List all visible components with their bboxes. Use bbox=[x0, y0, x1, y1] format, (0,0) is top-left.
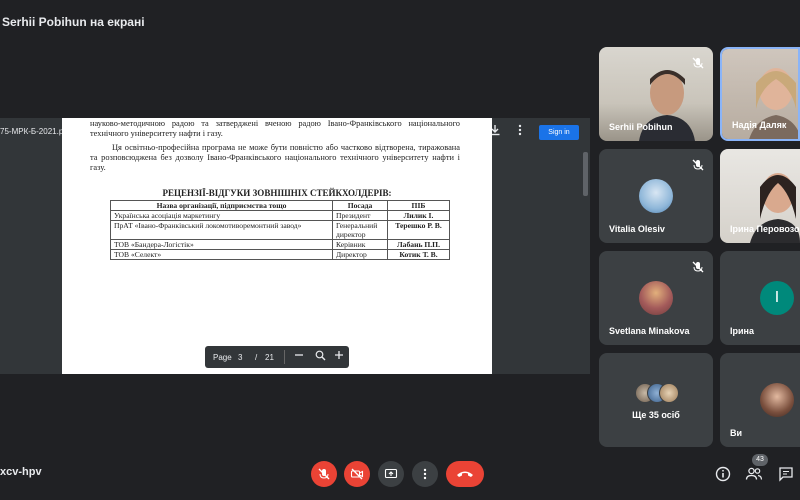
mic-off-icon bbox=[691, 158, 705, 172]
paragraph-approval: науково-методичною радою та затверджені … bbox=[90, 119, 460, 138]
more-participants-label: Ще 35 осіб bbox=[632, 410, 680, 420]
self-tile[interactable]: Ви bbox=[720, 353, 800, 447]
page-label: Page bbox=[213, 353, 232, 362]
avatar-initial: І bbox=[760, 281, 794, 315]
cell-name: Терешко Р. В. bbox=[387, 220, 450, 240]
cell-organization: ТОВ «Бандера-Логістік» bbox=[110, 239, 333, 250]
participant-name: Vitalia Olesiv bbox=[609, 224, 665, 234]
people-button[interactable] bbox=[744, 464, 764, 484]
more-vert-icon[interactable] bbox=[512, 124, 528, 140]
paragraph-copyright: Ця освітньо-професійна програма не може … bbox=[90, 143, 460, 172]
page-indicator-bar: Page 3 / 21 bbox=[205, 346, 349, 368]
participant-name: Svetlana Minakova bbox=[609, 326, 690, 336]
participant-tile[interactable]: Ірина Перовозо bbox=[720, 149, 800, 243]
mic-off-icon bbox=[691, 56, 705, 70]
current-page-input[interactable]: 3 bbox=[238, 353, 242, 362]
camera-off-icon bbox=[350, 468, 364, 480]
cell-position: Президент bbox=[332, 210, 388, 221]
mic-off-icon bbox=[318, 468, 330, 480]
participant-name: Надія Даляк bbox=[732, 120, 787, 130]
participant-tile[interactable]: І Ірина bbox=[720, 251, 800, 345]
participant-name: Ірина bbox=[730, 326, 754, 336]
reviews-heading: РЕЦЕНЗІЇ-ВІДГУКИ ЗОВНІШНІХ СТЕЙКХОЛДЕРІВ… bbox=[162, 188, 392, 198]
more-participants-tile[interactable]: Ще 35 осіб bbox=[599, 353, 713, 447]
zoom-in-icon[interactable] bbox=[332, 350, 346, 364]
shared-screen: 75-МРК-Б-2021.pdf Sign in науково-методи… bbox=[0, 118, 590, 374]
page-separator: / bbox=[255, 353, 258, 362]
header-name: ПІБ bbox=[387, 200, 450, 211]
avatar-stack bbox=[635, 383, 679, 403]
camera-toggle-button[interactable] bbox=[344, 461, 370, 487]
participant-count-badge: 43 bbox=[752, 454, 768, 466]
participant-name: Ви bbox=[730, 428, 743, 438]
participant-tile[interactable]: Svetlana Minakova bbox=[599, 251, 713, 345]
pdf-page: науково-методичною радою та затверджені … bbox=[62, 118, 492, 374]
cell-position: Генеральний директор bbox=[332, 220, 388, 240]
table-row: Українська асоціація маркетингу Президен… bbox=[110, 210, 450, 221]
table-row: ТОВ «Бандера-Логістік» Керівник Лабань П… bbox=[110, 239, 450, 250]
people-icon bbox=[745, 467, 763, 480]
fit-zoom-icon[interactable] bbox=[313, 350, 327, 364]
cell-organization: ТОВ «Селект» bbox=[110, 249, 333, 260]
sign-in-button[interactable]: Sign in bbox=[539, 125, 579, 140]
header-organization: Назва організації, підприємства тощо bbox=[110, 200, 333, 211]
avatar bbox=[639, 179, 673, 213]
avatar bbox=[639, 281, 673, 315]
cell-position: Керівник bbox=[332, 239, 388, 250]
participant-tile[interactable]: Serhii Pobihun bbox=[599, 47, 713, 141]
total-pages: 21 bbox=[265, 353, 274, 362]
avatar bbox=[760, 383, 794, 417]
more-vert-icon bbox=[423, 468, 427, 480]
cell-name: Лабань П.П. bbox=[387, 239, 450, 250]
meeting-details-button[interactable] bbox=[713, 464, 733, 484]
chat-icon bbox=[779, 467, 793, 482]
hangup-icon bbox=[457, 471, 473, 477]
pdf-scrollbar[interactable] bbox=[583, 152, 588, 196]
reviews-table: Назва організації, підприємства тощо Пос… bbox=[110, 200, 450, 260]
presenting-banner: Serhii Pobihun на екрані bbox=[2, 15, 145, 29]
cell-name: Лилик І. bbox=[387, 210, 450, 221]
meeting-code: xcv-hpv bbox=[0, 466, 42, 478]
avatar bbox=[659, 383, 679, 403]
pagebar-divider bbox=[284, 350, 285, 364]
chat-button[interactable] bbox=[776, 464, 796, 484]
cell-position: Директор bbox=[332, 249, 388, 260]
info-icon bbox=[715, 466, 731, 482]
leave-call-button[interactable] bbox=[446, 461, 484, 487]
cell-organization: Українська асоціація маркетингу bbox=[110, 210, 333, 221]
cell-organization: ПрАТ «Івано-Франківський локомотиворемон… bbox=[110, 220, 333, 240]
zoom-out-icon[interactable] bbox=[292, 350, 306, 364]
table-header-row: Назва організації, підприємства тощо Пос… bbox=[110, 200, 450, 211]
participant-tile[interactable]: Vitalia Olesiv bbox=[599, 149, 713, 243]
table-row: ПрАТ «Івано-Франківський локомотиворемон… bbox=[110, 220, 450, 240]
present-icon bbox=[384, 468, 398, 479]
mic-off-icon bbox=[691, 260, 705, 274]
participant-tile[interactable]: Надія Даляк bbox=[720, 47, 800, 141]
header-position: Посада bbox=[332, 200, 388, 211]
table-row: ТОВ «Селект» Директор Котик Т. В. bbox=[110, 249, 450, 260]
pdf-filename: 75-МРК-Б-2021.pdf bbox=[0, 127, 70, 136]
participant-name: Ірина Перовозо bbox=[730, 224, 800, 234]
participant-name: Serhii Pobihun bbox=[609, 122, 673, 132]
more-options-button[interactable] bbox=[412, 461, 438, 487]
mic-toggle-button[interactable] bbox=[311, 461, 337, 487]
present-screen-button[interactable] bbox=[378, 461, 404, 487]
cell-name: Котик Т. В. bbox=[387, 249, 450, 260]
